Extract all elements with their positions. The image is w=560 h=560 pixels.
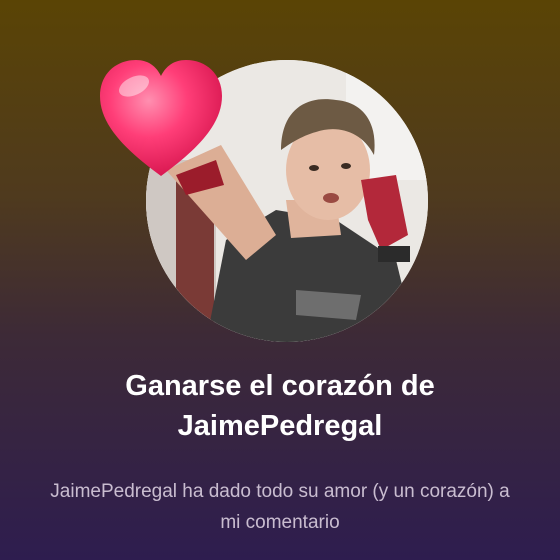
notification-title: Ganarse el corazón de JaimePedregal bbox=[125, 370, 435, 442]
notification-message: JaimePedregal ha dado todo su amor (y un… bbox=[50, 481, 510, 533]
notification-card: Ganarse el corazón de JaimePedregal Jaim… bbox=[0, 0, 560, 560]
heart-icon bbox=[94, 54, 228, 182]
